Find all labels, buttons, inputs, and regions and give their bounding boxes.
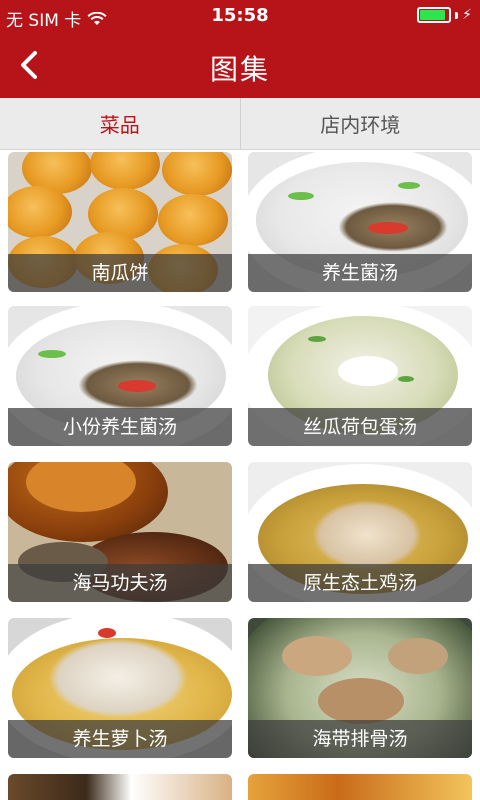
gallery-item-mushroom-soup[interactable]: 养生菌汤 (248, 152, 472, 292)
charging-icon: ⚡ (462, 7, 472, 23)
gallery-item-native-chicken-soup[interactable]: 原生态土鸡汤 (248, 462, 472, 602)
battery-tip (455, 11, 459, 19)
partial-photo-right (248, 774, 472, 800)
gallery-grid: 南瓜饼 养生菌汤 小份养生菌汤 丝瓜荷包蛋汤 海马功夫汤 原生态土鸡汤 养生萝卜… (0, 150, 480, 800)
item-caption: 养生菌汤 (248, 254, 472, 292)
page-title: 图集 (209, 53, 270, 86)
gallery-item-partial-left[interactable] (8, 774, 232, 800)
gallery-item-kelp-rib-soup[interactable]: 海带排骨汤 (248, 618, 472, 758)
gallery-item-pumpkin-cake[interactable]: 南瓜饼 (8, 152, 232, 292)
tab-dishes[interactable]: 菜品 (0, 98, 240, 149)
gallery-item-partial-right[interactable] (248, 774, 472, 800)
tab-store-environment[interactable]: 店内环境 (239, 98, 480, 149)
status-time: 15:58 (211, 5, 269, 26)
battery-fill (420, 10, 446, 20)
category-tabs: 菜品 店内环境 (0, 98, 480, 150)
item-caption: 海带排骨汤 (248, 720, 472, 758)
gallery-item-loofah-egg-soup[interactable]: 丝瓜荷包蛋汤 (248, 306, 472, 446)
partial-photo-left (8, 774, 232, 800)
gallery-item-seahorse-soup[interactable]: 海马功夫汤 (8, 462, 232, 602)
status-right: ⚡ (417, 7, 472, 23)
app-header: 无 SIM 卡 15:58 ⚡ 图集 (0, 0, 480, 98)
item-caption: 丝瓜荷包蛋汤 (248, 408, 472, 446)
item-caption: 原生态土鸡汤 (248, 564, 472, 602)
item-caption: 养生萝卜汤 (8, 720, 232, 758)
gallery-item-small-mushroom-soup[interactable]: 小份养生菌汤 (8, 306, 232, 446)
item-caption: 海马功夫汤 (8, 564, 232, 602)
navigation-bar: 图集 (0, 32, 480, 98)
item-caption: 南瓜饼 (8, 254, 232, 292)
item-caption: 小份养生菌汤 (8, 408, 232, 446)
status-bar: 无 SIM 卡 15:58 ⚡ (0, 0, 480, 32)
battery-icon (417, 7, 452, 23)
gallery-item-radish-soup[interactable]: 养生萝卜汤 (8, 618, 232, 758)
